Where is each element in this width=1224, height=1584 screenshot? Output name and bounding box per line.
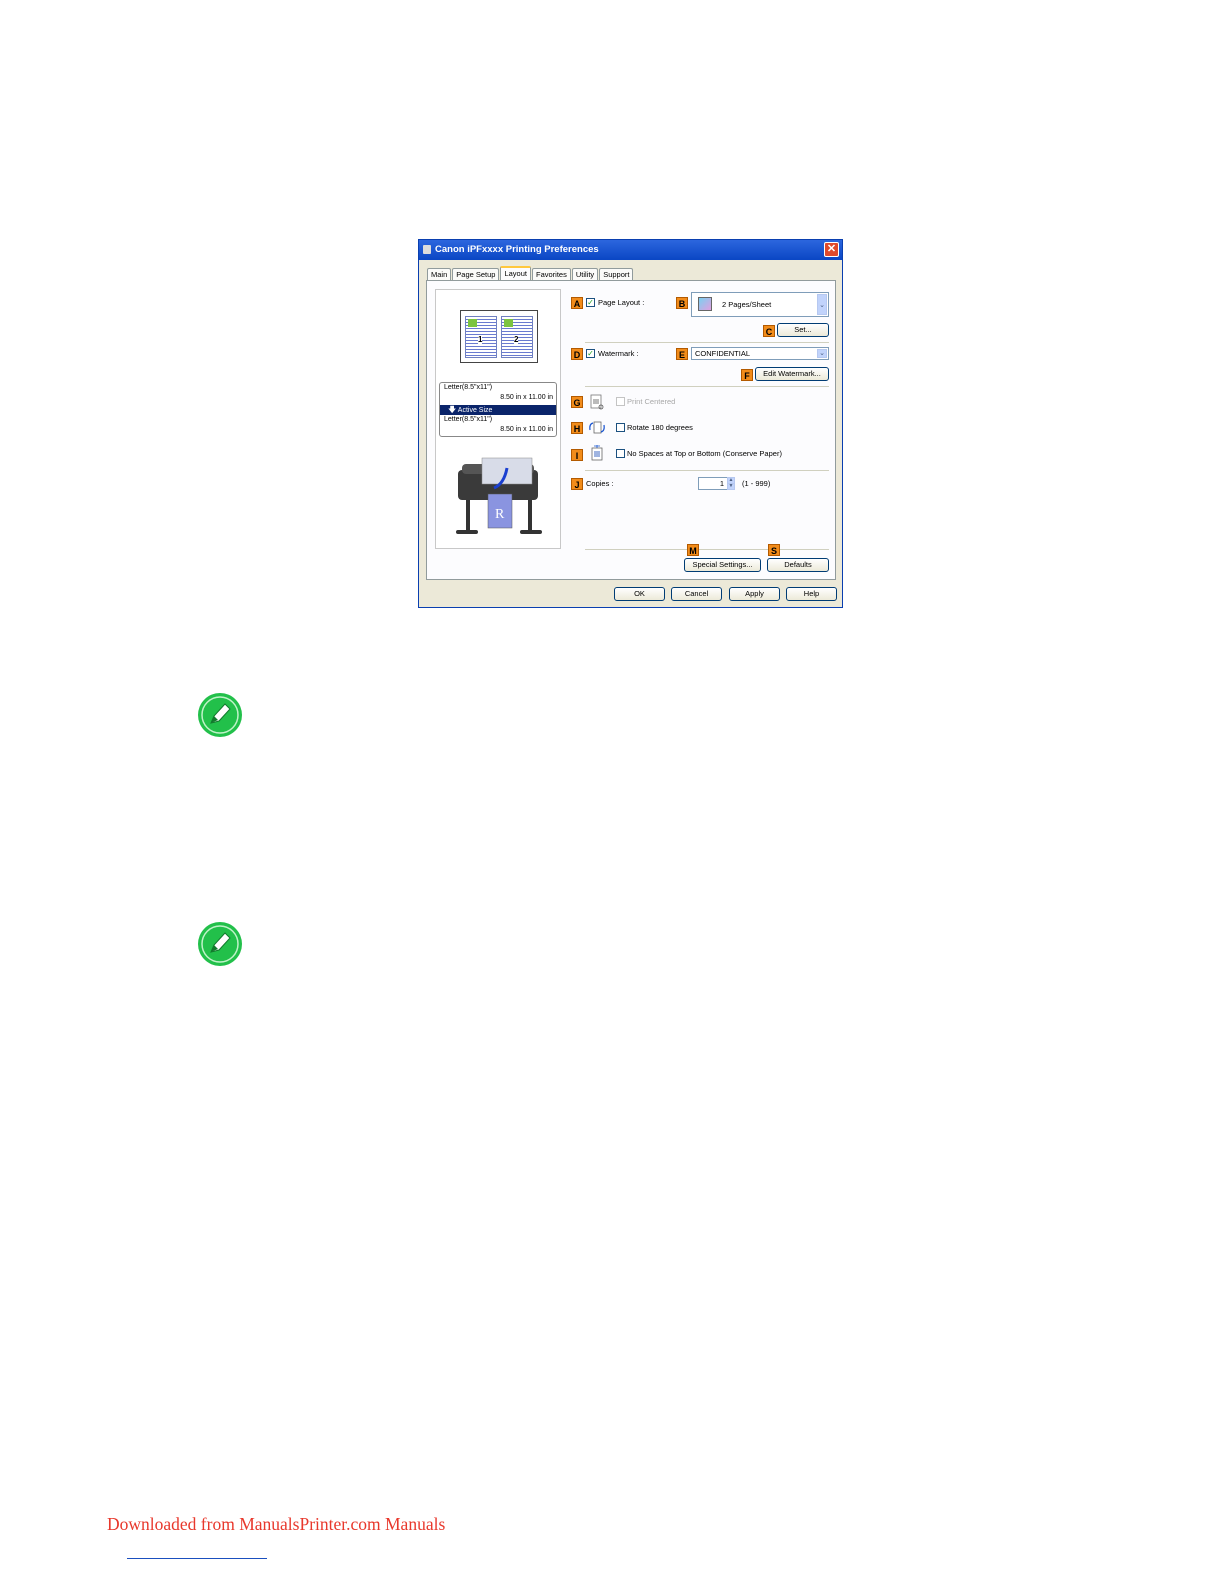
original-dims: 8.50 in x 11.00 in bbox=[500, 394, 553, 401]
no-spaces-label: No Spaces at Top or Bottom (Conserve Pap… bbox=[627, 449, 782, 458]
page-layout-label: Page Layout : bbox=[598, 298, 645, 307]
dialog-title: Canon iPFxxxx Printing Preferences bbox=[435, 244, 599, 255]
callout-badge-g: G bbox=[571, 396, 583, 408]
preview-page-1: 1 bbox=[465, 316, 497, 358]
tab-strip: Main Page Setup Layout Favorites Utility… bbox=[427, 266, 634, 282]
page-layout-preview-icon bbox=[698, 297, 712, 311]
apply-button[interactable]: Apply bbox=[729, 587, 780, 601]
page-layout-select[interactable]: 2 Pages/Sheet ⌄ bbox=[691, 292, 829, 317]
chevron-down-icon[interactable]: ⌄ bbox=[817, 349, 827, 358]
layout-panel: 1 2 Letter(8.5"x11") 8.50 in x 11.00 in … bbox=[426, 280, 836, 580]
ok-button[interactable]: OK bbox=[614, 587, 665, 601]
page-layout-checkbox[interactable]: ✓ bbox=[586, 298, 595, 307]
copies-input[interactable]: 1 bbox=[698, 477, 728, 490]
divider bbox=[585, 342, 829, 343]
original-size: Letter(8.5"x11") bbox=[444, 384, 493, 391]
help-button[interactable]: Help bbox=[786, 587, 837, 601]
cancel-button[interactable]: Cancel bbox=[671, 587, 722, 601]
down-arrow-icon: 🡇 bbox=[448, 405, 457, 414]
watermark-value: CONFIDENTIAL bbox=[695, 349, 751, 358]
output-size: Letter(8.5"x11") bbox=[444, 416, 493, 423]
page-number: 2 bbox=[514, 335, 519, 344]
rotate-180-checkbox[interactable] bbox=[616, 423, 625, 432]
rotate-icon bbox=[589, 421, 605, 434]
picture-icon bbox=[468, 319, 477, 327]
callout-badge-s: S bbox=[768, 544, 780, 556]
printer-app-icon bbox=[423, 245, 431, 254]
picture-icon bbox=[504, 319, 513, 327]
layout-preview-sheet: 1 2 bbox=[460, 310, 538, 363]
preview-pane: 1 2 Letter(8.5"x11") 8.50 in x 11.00 in … bbox=[435, 289, 561, 549]
edit-watermark-button[interactable]: Edit Watermark... bbox=[755, 367, 829, 381]
defaults-button[interactable]: Defaults bbox=[767, 558, 829, 572]
dialog-titlebar[interactable]: Canon iPFxxxx Printing Preferences ✕ bbox=[419, 240, 842, 260]
watermark-checkbox[interactable]: ✓ bbox=[586, 349, 595, 358]
callout-badge-c: C bbox=[763, 325, 775, 337]
print-centered-checkbox[interactable] bbox=[616, 397, 625, 406]
watermark-select[interactable]: CONFIDENTIAL ⌄ bbox=[691, 347, 829, 360]
output-dims: 8.50 in x 11.00 in bbox=[500, 426, 553, 433]
printer-illustration-icon: R bbox=[456, 457, 542, 534]
size-info-box: Letter(8.5"x11") 8.50 in x 11.00 in 🡇 Ac… bbox=[439, 382, 557, 437]
copies-down-arrow-icon[interactable]: ▼ bbox=[727, 483, 735, 490]
callout-badge-h: H bbox=[571, 422, 583, 434]
conserve-paper-icon bbox=[591, 445, 603, 461]
active-size-label: Active Size bbox=[457, 407, 493, 414]
no-spaces-checkbox[interactable] bbox=[616, 449, 625, 458]
page-number: 1 bbox=[478, 335, 483, 344]
active-size-bar: 🡇 Active Size bbox=[440, 405, 556, 415]
divider bbox=[585, 470, 829, 471]
copies-label: Copies : bbox=[586, 479, 614, 488]
callout-badge-b: B bbox=[676, 297, 688, 309]
footer-rule bbox=[127, 1558, 267, 1559]
printing-preferences-dialog: Canon iPFxxxx Printing Preferences ✕ Mai… bbox=[418, 239, 843, 608]
paper-glyph: R bbox=[495, 507, 505, 522]
divider bbox=[585, 549, 829, 550]
set-button[interactable]: Set... bbox=[777, 323, 829, 337]
callout-badge-j: J bbox=[571, 478, 583, 490]
print-centered-label: Print Centered bbox=[627, 397, 676, 406]
watermark-label: Watermark : bbox=[598, 349, 639, 358]
callout-badge-a: A bbox=[571, 297, 583, 309]
page-layout-value: 2 Pages/Sheet bbox=[722, 300, 772, 309]
note-pencil-icon bbox=[198, 922, 242, 966]
copies-range: (1 - 999) bbox=[742, 479, 771, 488]
callout-badge-m: M bbox=[687, 544, 699, 556]
callout-badge-e: E bbox=[676, 348, 688, 360]
divider bbox=[585, 386, 829, 387]
special-settings-button[interactable]: Special Settings... bbox=[684, 558, 761, 572]
callout-badge-f: F bbox=[741, 369, 753, 381]
callout-badge-i: I bbox=[571, 449, 583, 461]
footer-download-link[interactable]: Downloaded from ManualsPrinter.com Manua… bbox=[107, 1514, 445, 1535]
rotate-180-label: Rotate 180 degrees bbox=[627, 423, 693, 432]
close-button[interactable]: ✕ bbox=[824, 242, 839, 257]
chevron-down-icon[interactable]: ⌄ bbox=[817, 294, 827, 315]
callout-badge-d: D bbox=[571, 348, 583, 360]
preview-page-2: 2 bbox=[501, 316, 533, 358]
print-centered-icon bbox=[590, 394, 604, 410]
note-pencil-icon bbox=[198, 693, 242, 737]
